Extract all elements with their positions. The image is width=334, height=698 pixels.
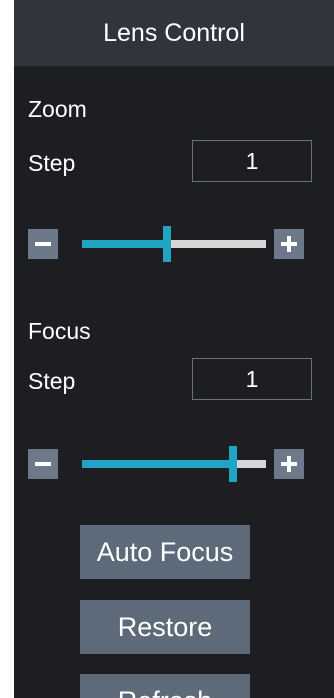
- auto-focus-button[interactable]: Auto Focus: [80, 525, 250, 579]
- plus-icon: [281, 236, 297, 252]
- lens-control-panel: Lens Control Zoom Step 1 Focus Step 1 Au…: [14, 0, 334, 698]
- focus-decrease-button[interactable]: [28, 449, 58, 479]
- zoom-decrease-button[interactable]: [28, 229, 58, 259]
- focus-step-input[interactable]: 1: [192, 358, 312, 400]
- focus-slider-fill: [82, 460, 233, 468]
- zoom-slider[interactable]: [82, 226, 266, 262]
- zoom-step-label: Step: [28, 150, 76, 176]
- focus-increase-button[interactable]: [274, 449, 304, 479]
- panel-title: Lens Control: [103, 18, 245, 47]
- zoom-slider-fill: [82, 240, 167, 248]
- zoom-slider-thumb[interactable]: [163, 226, 171, 262]
- focus-slider[interactable]: [82, 446, 266, 482]
- minus-icon: [35, 242, 51, 246]
- focus-slider-thumb[interactable]: [229, 446, 237, 482]
- plus-icon: [281, 456, 297, 472]
- panel-header: Lens Control: [14, 0, 334, 66]
- minus-icon: [35, 462, 51, 466]
- focus-label: Focus: [28, 318, 91, 344]
- restore-button[interactable]: Restore: [80, 600, 250, 654]
- focus-step-label: Step: [28, 368, 76, 394]
- zoom-step-input[interactable]: 1: [192, 140, 312, 182]
- zoom-label: Zoom: [28, 96, 87, 122]
- refresh-button[interactable]: Refresh: [80, 674, 250, 698]
- zoom-increase-button[interactable]: [274, 229, 304, 259]
